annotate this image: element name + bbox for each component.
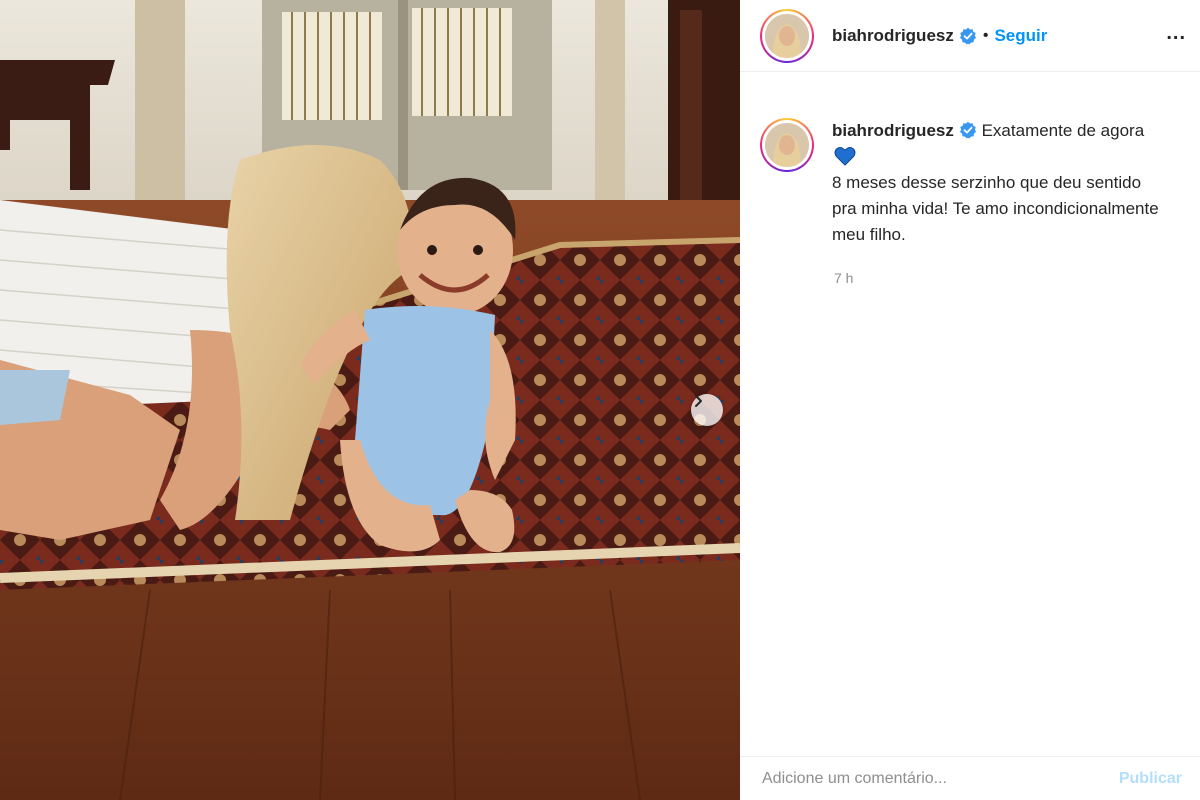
caption-line-1: Exatamente de agora bbox=[981, 121, 1145, 140]
comment-input[interactable] bbox=[762, 769, 1119, 788]
publish-button[interactable]: Publicar bbox=[1119, 770, 1182, 788]
caption: biahrodriguesz Exatamente de agora 8 mes… bbox=[760, 118, 1180, 248]
carousel-next-button[interactable] bbox=[691, 394, 723, 426]
verified-badge-icon bbox=[959, 121, 976, 139]
verified-badge-icon bbox=[959, 27, 976, 44]
more-options-icon[interactable]: ... bbox=[1166, 22, 1186, 45]
follow-button[interactable]: Seguir bbox=[994, 26, 1047, 46]
caption-text: biahrodriguesz Exatamente de agora 8 mes… bbox=[832, 118, 1162, 248]
comment-bar: Publicar bbox=[740, 756, 1200, 800]
post-image bbox=[0, 0, 740, 800]
chevron-right-icon bbox=[695, 395, 702, 407]
avatar-image bbox=[765, 123, 809, 167]
caption-username[interactable]: biahrodriguesz bbox=[832, 121, 954, 140]
post-side-panel: biahrodriguesz • Seguir ... biahrodrigue… bbox=[740, 0, 1200, 800]
blue-heart-icon bbox=[834, 146, 856, 166]
post-timestamp[interactable]: 7 h bbox=[834, 270, 853, 286]
post-header: biahrodriguesz • Seguir ... bbox=[740, 0, 1200, 72]
avatar-image bbox=[765, 13, 809, 58]
post-photo[interactable] bbox=[0, 0, 740, 800]
avatar[interactable] bbox=[760, 8, 814, 63]
separator-dot: • bbox=[982, 26, 989, 44]
caption-avatar[interactable] bbox=[760, 118, 814, 172]
caption-line-2: 8 meses desse serzinho que deu sentido p… bbox=[832, 173, 1159, 244]
header-username[interactable]: biahrodriguesz bbox=[832, 26, 954, 46]
